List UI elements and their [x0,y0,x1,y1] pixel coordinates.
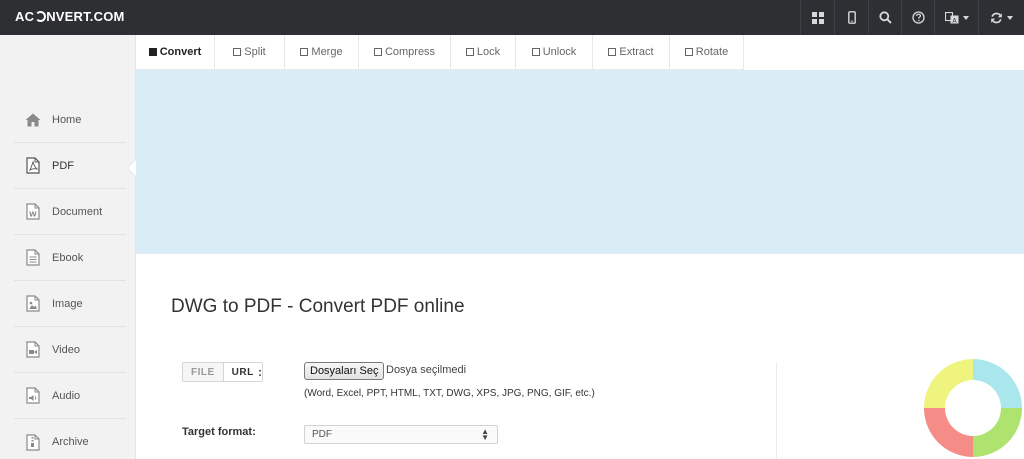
source-toggle: FILE URL [182,362,263,382]
sidebar-item-video[interactable]: Video [14,327,126,373]
aconvert-logo[interactable]: AC NVERT.COM [15,9,125,24]
tab-merge[interactable]: Merge [285,35,359,69]
checkbox-icon [300,48,309,56]
select-updown-icon: ▲ ▼ [481,427,489,442]
language-caret-icon [962,15,969,20]
sidebar-item-home[interactable]: Home [14,97,126,143]
loading-ring-icon [924,359,1022,457]
sidebar-item-audio[interactable]: Audio [14,373,126,419]
grid-icon[interactable] [800,0,834,35]
language-icon[interactable]: A [934,0,978,35]
checkbox-icon [373,48,382,56]
sidebar-item-image[interactable]: Image [14,281,126,327]
top-navbar: AC NVERT.COM A [0,0,1024,35]
logo-text-left: AC [15,9,35,24]
checkbox-icon [684,48,693,56]
checkbox-icon [608,48,617,56]
target-format-value: PDF [312,429,332,440]
tab-extract[interactable]: Extract [593,35,670,69]
sidebar-item-document[interactable]: W Document [14,189,126,235]
tab-compress[interactable]: Compress [359,35,451,69]
donut-segment [973,359,1022,408]
tab-unlock[interactable]: Unlock [516,35,593,69]
donut-segment [973,408,1022,457]
svg-text:W: W [29,211,37,219]
donut-segment [924,359,973,408]
archive-icon [14,433,52,451]
search-icon[interactable] [868,0,901,35]
choose-file-button[interactable]: Dosyaları Seç [304,362,385,380]
donut-segment [924,408,973,457]
tab-convert[interactable]: Convert [136,35,215,69]
image-icon [14,295,52,312]
checkbox-icon [465,48,474,56]
ebook-icon [14,249,52,266]
help-icon[interactable] [901,0,934,35]
pdf-icon [14,157,52,174]
tool-tabs: Convert Split Merge Compress Lock Unlock… [136,35,744,70]
source-toggle-colon: : [258,365,262,379]
audio-icon [14,387,52,404]
sidebar-item-archive[interactable]: Archive [14,419,126,459]
tab-lock[interactable]: Lock [451,35,516,69]
content-divider [776,362,777,459]
target-format-label: Target format: [182,426,256,438]
ad-banner [136,70,1024,253]
refresh-caret-icon [1007,15,1013,20]
video-icon [14,341,52,358]
category-sidebar: Home PDF W Document Ebook Image Video Au… [0,35,136,459]
file-status-text: Dosya seçilmedi [386,364,467,376]
document-icon: W [14,203,52,220]
checkbox-icon [531,48,540,56]
home-icon [14,113,52,127]
page-title: DWG to PDF - Convert PDF online [171,296,465,317]
banner-divider [136,253,1024,254]
sidebar-item-pdf[interactable]: PDF [14,143,126,189]
tab-split[interactable]: Split [215,35,285,69]
checkbox-icon [148,48,157,56]
tab-rotate[interactable]: Rotate [670,35,744,69]
logo-text-right: NVERT.COM [46,9,125,24]
checkbox-icon [233,48,242,56]
file-toggle-button[interactable]: FILE [183,363,224,381]
url-toggle-button[interactable]: URL [224,363,262,381]
mobile-icon[interactable] [834,0,868,35]
target-format-select[interactable]: PDF ▲ ▼ [304,425,498,444]
supported-formats-hint: (Word, Excel, PPT, HTML, TXT, DWG, XPS, … [304,388,595,399]
refresh-icon[interactable] [978,0,1024,35]
logo-refresh-icon [34,11,46,22]
sidebar-item-ebook[interactable]: Ebook [14,235,126,281]
